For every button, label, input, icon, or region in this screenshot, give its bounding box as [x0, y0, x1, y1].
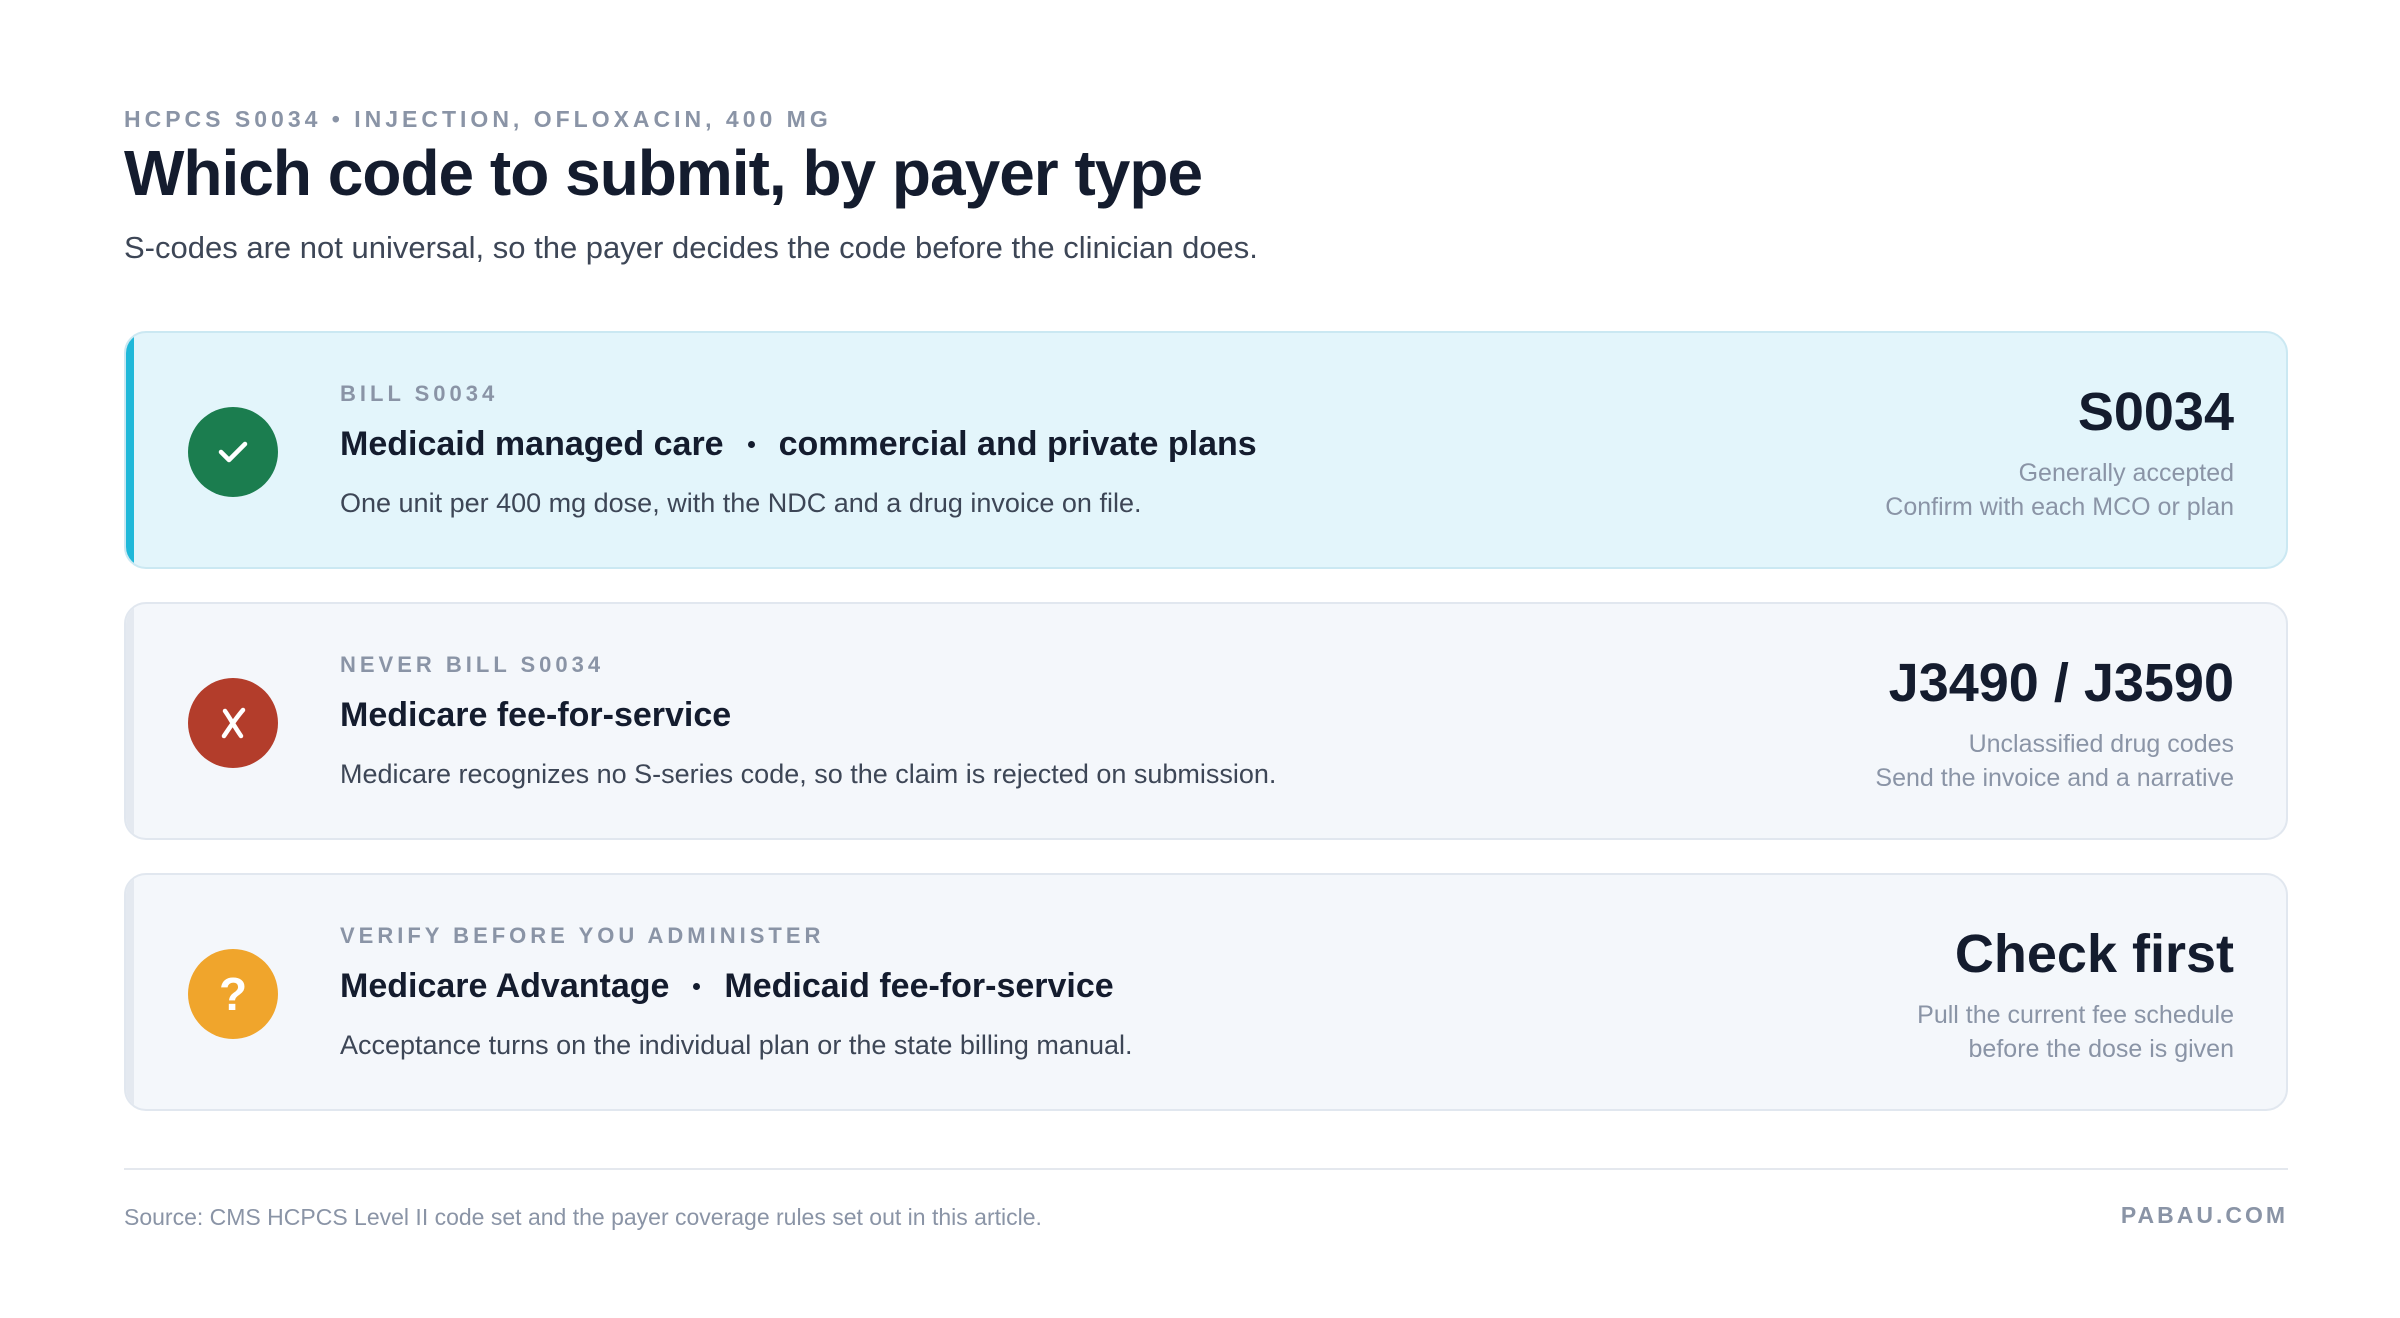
payer-card-bill: BILL S0034 Medicaid managed care commerc…: [124, 331, 2288, 569]
card-note: Pull the current fee schedule before the…: [1917, 998, 2234, 1066]
card-label: VERIFY BEFORE YOU ADMINISTER: [340, 923, 825, 948]
payer-name: commercial and private plans: [778, 425, 1257, 463]
payer-card-never-bill: NEVER BILL S0034 Medicare fee-for-servic…: [124, 602, 2288, 840]
payer-name: Medicaid managed care: [340, 425, 724, 463]
note-line: Confirm with each MCO or plan: [1885, 493, 2234, 521]
note-line: Pull the current fee schedule: [1917, 1001, 2234, 1029]
billing-code: S0034: [2077, 382, 2234, 442]
cross-icon: [188, 678, 278, 768]
card-heading: Medicare fee-for-service: [340, 696, 731, 735]
source-note: Source: CMS HCPCS Level II code set and …: [124, 1204, 1042, 1230]
bullet-separator: [747, 441, 755, 448]
note-line: Send the invoice and a narrative: [1875, 764, 2234, 792]
card-description: One unit per 400 mg dose, with the NDC a…: [340, 488, 1142, 518]
card-description: Medicare recognizes no S-series code, so…: [340, 759, 1277, 789]
card-description: Acceptance turns on the individual plan …: [340, 1030, 1133, 1060]
check-icon: [188, 407, 278, 497]
payer-name: Medicaid fee-for-service: [724, 967, 1114, 1005]
card-label: NEVER BILL S0034: [340, 652, 605, 677]
brand-wordmark: PABAU.COM: [2120, 1202, 2288, 1228]
note-line: before the dose is given: [1968, 1035, 2234, 1063]
page-title: Which code to submit, by payer type: [124, 137, 1203, 209]
bullet-separator: [693, 983, 701, 990]
card-note: Generally accepted Confirm with each MCO…: [1885, 456, 2234, 524]
footer-divider: [124, 1168, 2288, 1170]
card-heading: Medicare Advantage Medicaid fee-for-serv…: [340, 967, 1114, 1006]
question-icon: ?: [188, 949, 278, 1039]
card-label: BILL S0034: [340, 381, 499, 406]
billing-code: Check first: [1954, 924, 2234, 984]
page-subtitle: S-codes are not universal, so the payer …: [124, 230, 1258, 265]
payer-name: Medicare Advantage: [340, 967, 670, 1005]
card-note: Unclassified drug codes Send the invoice…: [1875, 727, 2234, 795]
payer-card-verify: ? VERIFY BEFORE YOU ADMINISTER Medicare …: [124, 873, 2288, 1111]
note-line: Unclassified drug codes: [1968, 730, 2234, 758]
eyebrow: HCPCS S0034 • INJECTION, OFLOXACIN, 400 …: [124, 106, 832, 132]
billing-code: J3490 / J3590: [1888, 653, 2234, 713]
note-line: Generally accepted: [2018, 459, 2234, 487]
card-heading: Medicaid managed care commercial and pri…: [340, 425, 1257, 464]
payer-name: Medicare fee-for-service: [340, 696, 732, 734]
